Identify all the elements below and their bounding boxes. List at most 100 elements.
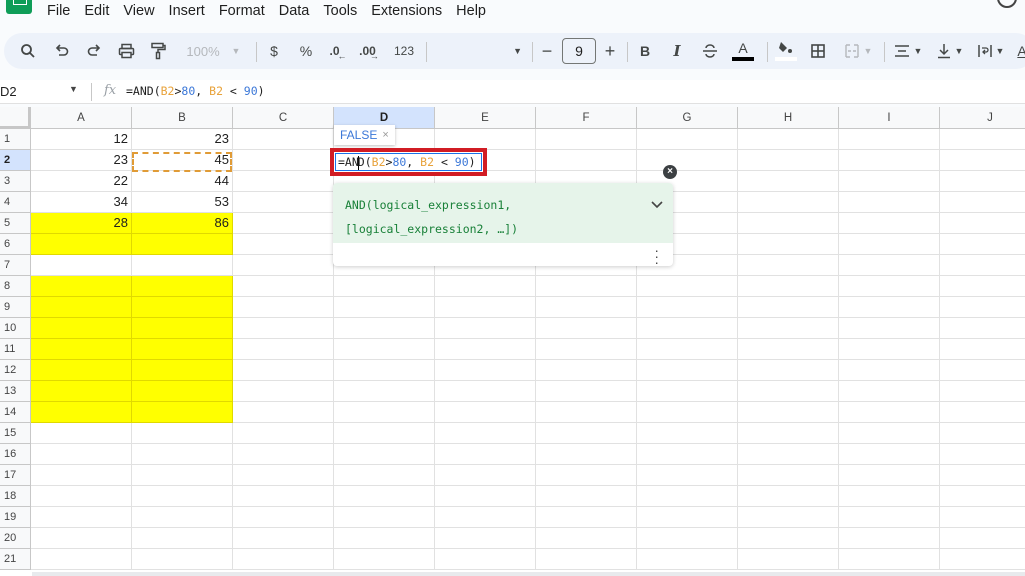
cell-e15[interactable] bbox=[435, 423, 536, 444]
row-header-13[interactable]: 13 bbox=[0, 381, 31, 402]
column-header-i[interactable]: I bbox=[839, 107, 940, 129]
undo-button[interactable] bbox=[52, 33, 72, 69]
cell-a1[interactable]: 12 bbox=[31, 129, 132, 150]
cell-i1[interactable] bbox=[839, 129, 940, 150]
cell-a2[interactable]: 23 bbox=[31, 150, 132, 171]
search-menus-button[interactable] bbox=[18, 33, 38, 69]
cell-g1[interactable] bbox=[637, 129, 738, 150]
cell-d9[interactable] bbox=[334, 297, 435, 318]
cell-a12[interactable] bbox=[31, 360, 132, 381]
cell-c11[interactable] bbox=[233, 339, 334, 360]
cell-g11[interactable] bbox=[637, 339, 738, 360]
cell-a8[interactable] bbox=[31, 276, 132, 297]
cell-g2[interactable] bbox=[637, 150, 738, 171]
cell-e19[interactable] bbox=[435, 507, 536, 528]
cell-g19[interactable] bbox=[637, 507, 738, 528]
menu-extensions[interactable]: Extensions bbox=[371, 3, 442, 19]
cell-c16[interactable] bbox=[233, 444, 334, 465]
select-all-corner[interactable] bbox=[0, 107, 31, 129]
row-header-9[interactable]: 9 bbox=[0, 297, 31, 318]
cell-j18[interactable] bbox=[940, 486, 1025, 507]
cell-j6[interactable] bbox=[940, 234, 1025, 255]
cell-i2[interactable] bbox=[839, 150, 940, 171]
cell-c3[interactable] bbox=[233, 171, 334, 192]
cell-b13[interactable] bbox=[132, 381, 233, 402]
cell-a14[interactable] bbox=[31, 402, 132, 423]
cell-a11[interactable] bbox=[31, 339, 132, 360]
row-header-3[interactable]: 3 bbox=[0, 171, 31, 192]
column-header-e[interactable]: E bbox=[435, 107, 536, 129]
cell-h6[interactable] bbox=[738, 234, 839, 255]
cell-g18[interactable] bbox=[637, 486, 738, 507]
font-size-input[interactable]: 9 bbox=[562, 38, 596, 64]
cell-a20[interactable] bbox=[31, 528, 132, 549]
sheets-logo-icon[interactable] bbox=[6, 0, 32, 14]
cell-i19[interactable] bbox=[839, 507, 940, 528]
cell-h10[interactable] bbox=[738, 318, 839, 339]
cell-h8[interactable] bbox=[738, 276, 839, 297]
cell-d18[interactable] bbox=[334, 486, 435, 507]
cell-f17[interactable] bbox=[536, 465, 637, 486]
cell-h7[interactable] bbox=[738, 255, 839, 276]
cell-j11[interactable] bbox=[940, 339, 1025, 360]
cell-b15[interactable] bbox=[132, 423, 233, 444]
decrease-font-size-button[interactable]: − bbox=[540, 33, 554, 69]
close-preview-icon[interactable]: × bbox=[382, 129, 388, 141]
increase-font-size-button[interactable]: + bbox=[603, 33, 617, 69]
more-options-icon[interactable]: · · · bbox=[654, 243, 659, 269]
row-header-17[interactable]: 17 bbox=[0, 465, 31, 486]
cell-c1[interactable] bbox=[233, 129, 334, 150]
percent-format-button[interactable]: % bbox=[299, 33, 313, 69]
cell-editor-input[interactable]: =AND(B2>80, B2 < 90) bbox=[335, 153, 482, 171]
cell-f15[interactable] bbox=[536, 423, 637, 444]
cell-b5[interactable]: 86 bbox=[132, 213, 233, 234]
cell-g16[interactable] bbox=[637, 444, 738, 465]
cell-d11[interactable] bbox=[334, 339, 435, 360]
cell-i11[interactable] bbox=[839, 339, 940, 360]
menu-tools[interactable]: Tools bbox=[323, 3, 357, 19]
cell-f2[interactable] bbox=[536, 150, 637, 171]
cell-f14[interactable] bbox=[536, 402, 637, 423]
cell-i3[interactable] bbox=[839, 171, 940, 192]
cell-b14[interactable] bbox=[132, 402, 233, 423]
cell-b11[interactable] bbox=[132, 339, 233, 360]
cell-d13[interactable] bbox=[334, 381, 435, 402]
cell-d10[interactable] bbox=[334, 318, 435, 339]
cell-c18[interactable] bbox=[233, 486, 334, 507]
cell-a17[interactable] bbox=[31, 465, 132, 486]
cell-i21[interactable] bbox=[839, 549, 940, 570]
cell-d15[interactable] bbox=[334, 423, 435, 444]
cell-b9[interactable] bbox=[132, 297, 233, 318]
cell-g9[interactable] bbox=[637, 297, 738, 318]
cell-h21[interactable] bbox=[738, 549, 839, 570]
cell-d20[interactable] bbox=[334, 528, 435, 549]
cell-i9[interactable] bbox=[839, 297, 940, 318]
cell-f11[interactable] bbox=[536, 339, 637, 360]
menu-insert[interactable]: Insert bbox=[169, 3, 205, 19]
row-header-21[interactable]: 21 bbox=[0, 549, 31, 570]
cell-b16[interactable] bbox=[132, 444, 233, 465]
cell-f21[interactable] bbox=[536, 549, 637, 570]
column-header-h[interactable]: H bbox=[738, 107, 839, 129]
cell-c21[interactable] bbox=[233, 549, 334, 570]
cell-a3[interactable]: 22 bbox=[31, 171, 132, 192]
cell-f10[interactable] bbox=[536, 318, 637, 339]
cell-j15[interactable] bbox=[940, 423, 1025, 444]
cell-h3[interactable] bbox=[738, 171, 839, 192]
name-box[interactable]: D2 bbox=[0, 84, 17, 99]
font-family-select[interactable]: ▼ bbox=[432, 33, 522, 69]
cell-b7[interactable] bbox=[132, 255, 233, 276]
cell-i4[interactable] bbox=[839, 192, 940, 213]
cell-j7[interactable] bbox=[940, 255, 1025, 276]
close-help-icon[interactable]: × bbox=[663, 165, 677, 179]
cell-c19[interactable] bbox=[233, 507, 334, 528]
currency-format-button[interactable]: $ bbox=[267, 33, 281, 69]
cell-h15[interactable] bbox=[738, 423, 839, 444]
cell-j5[interactable] bbox=[940, 213, 1025, 234]
cell-b4[interactable]: 53 bbox=[132, 192, 233, 213]
fill-color-button[interactable] bbox=[774, 33, 798, 69]
cell-h13[interactable] bbox=[738, 381, 839, 402]
cell-c4[interactable] bbox=[233, 192, 334, 213]
cell-i12[interactable] bbox=[839, 360, 940, 381]
cell-d8[interactable] bbox=[334, 276, 435, 297]
